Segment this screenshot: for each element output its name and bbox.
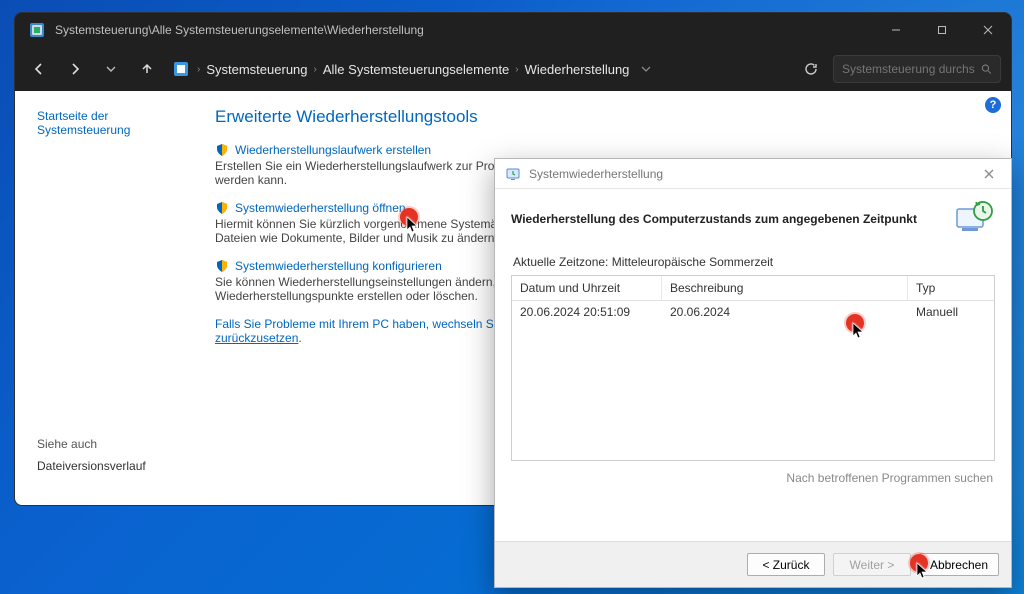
back-button[interactable]: < Zurück xyxy=(747,553,825,576)
next-button[interactable]: Weiter > xyxy=(833,553,911,576)
window-title: Systemsteuerung\Alle Systemsteuerungsele… xyxy=(55,23,424,37)
system-restore-icon xyxy=(505,166,521,182)
search-input[interactable] xyxy=(833,55,1001,83)
chevron-right-icon: › xyxy=(515,64,518,75)
tool1-link[interactable]: Wiederherstellungslaufwerk erstellen xyxy=(235,143,431,157)
timezone-label: Aktuelle Zeitzone: Mitteleuropäische Som… xyxy=(513,255,995,269)
file-history-link[interactable]: Dateiversionsverlauf xyxy=(37,459,146,473)
dialog-header: Wiederherstellung des Computerzustands z… xyxy=(511,199,995,241)
tool2-link[interactable]: Systemwiederherstellung öffnen xyxy=(235,201,406,215)
dialog-heading: Wiederherstellung des Computerzustands z… xyxy=(511,212,941,228)
breadcrumb-leaf[interactable]: Wiederherstellung xyxy=(525,62,630,77)
cell-description: 20.06.2024 xyxy=(662,301,908,323)
page-heading: Erweiterte Wiederherstellungstools xyxy=(215,107,991,127)
cell-type: Manuell xyxy=(908,301,994,323)
restore-computer-icon xyxy=(953,199,995,241)
close-button[interactable] xyxy=(965,13,1011,47)
scan-affected-programs[interactable]: Nach betroffenen Programmen suchen xyxy=(511,471,993,485)
forward-button[interactable] xyxy=(61,55,89,83)
chevron-down-icon[interactable] xyxy=(641,62,651,77)
chevron-right-icon: › xyxy=(314,64,317,75)
troubleshoot-dot: . xyxy=(298,331,301,345)
system-restore-dialog: Systemwiederherstellung Wiederherstellun… xyxy=(494,158,1012,588)
chevron-right-icon: › xyxy=(197,64,200,75)
titlebar: Systemsteuerung\Alle Systemsteuerungsele… xyxy=(15,13,1011,47)
dialog-title: Systemwiederherstellung xyxy=(529,167,663,181)
dialog-footer: < Zurück Weiter > Abbrechen xyxy=(495,541,1011,587)
dialog-titlebar: Systemwiederherstellung xyxy=(495,159,1011,189)
search-icon xyxy=(981,63,992,75)
back-button[interactable] xyxy=(25,55,53,83)
tool3-link[interactable]: Systemwiederherstellung konfigurieren xyxy=(235,259,442,273)
table-header: Datum und Uhrzeit Beschreibung Typ xyxy=(512,276,994,301)
restore-points-table[interactable]: Datum und Uhrzeit Beschreibung Typ 20.06… xyxy=(511,275,995,461)
help-icon[interactable]: ? xyxy=(985,97,1001,113)
dialog-close-button[interactable] xyxy=(975,163,1003,185)
recent-dropdown[interactable] xyxy=(97,55,125,83)
see-also-header: Siehe auch xyxy=(37,437,201,451)
see-also-section: Siehe auch Dateiversionsverlauf xyxy=(37,437,201,473)
refresh-button[interactable] xyxy=(797,55,825,83)
sidebar-home-link[interactable]: Startseite der Systemsteuerung xyxy=(37,109,201,137)
breadcrumb[interactable]: › Systemsteuerung › Alle Systemsteuerung… xyxy=(173,61,629,77)
col-description[interactable]: Beschreibung xyxy=(662,276,908,300)
cell-datetime: 20.06.2024 20:51:09 xyxy=(512,301,662,323)
col-datetime[interactable]: Datum und Uhrzeit xyxy=(512,276,662,300)
sidebar: Startseite der Systemsteuerung Siehe auc… xyxy=(15,91,215,505)
toolbar: › Systemsteuerung › Alle Systemsteuerung… xyxy=(15,47,1011,91)
shield-icon xyxy=(215,259,229,273)
control-panel-icon xyxy=(29,22,45,38)
table-row[interactable]: 20.06.2024 20:51:09 20.06.2024 Manuell xyxy=(512,301,994,323)
breadcrumb-root[interactable]: Systemsteuerung xyxy=(206,62,307,77)
control-panel-icon xyxy=(173,61,189,77)
breadcrumb-mid[interactable]: Alle Systemsteuerungselemente xyxy=(323,62,509,77)
minimize-button[interactable] xyxy=(873,13,919,47)
col-type[interactable]: Typ xyxy=(908,276,994,300)
shield-icon xyxy=(215,143,229,157)
tool-create-recovery-drive: Wiederherstellungslaufwerk erstellen xyxy=(215,143,991,157)
shield-icon xyxy=(215,201,229,215)
search-field[interactable] xyxy=(842,62,975,76)
cancel-button[interactable]: Abbrechen xyxy=(919,553,999,576)
up-button[interactable] xyxy=(133,55,161,83)
maximize-button[interactable] xyxy=(919,13,965,47)
reset-link[interactable]: zurückzusetzen xyxy=(215,331,298,345)
